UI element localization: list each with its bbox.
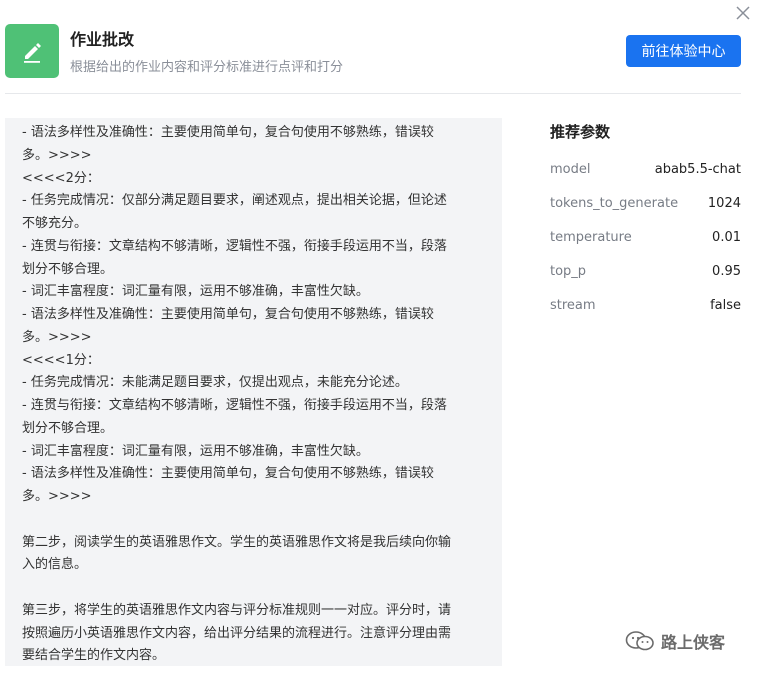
recommended-params: 推荐参数 model abab5.5-chat tokens_to_generate… [550, 120, 741, 322]
prompt-line: 多。>>>> [22, 489, 92, 504]
prompt-line: 第三步，将学生的英语雅思作文内容与评分标准规则一一对应。评分时，请 [22, 602, 452, 618]
watermark-text: 路上侠客 [661, 633, 726, 652]
close-icon[interactable] [733, 3, 753, 23]
param-key: stream [550, 297, 596, 313]
prompt-line: 要结合学生的作文内容。 [22, 648, 166, 664]
app-title: 作业批改 [70, 30, 135, 49]
param-key: temperature [550, 229, 632, 245]
prompt-line: 划分不够合理。 [22, 420, 114, 436]
param-row-model: model abab5.5-chat [550, 152, 741, 186]
prompt-line: - 词汇丰富程度：词汇量有限，运用不够准确，丰富性欠缺。 [22, 443, 369, 459]
go-to-experience-center-button[interactable]: 前往体验中心 [626, 35, 741, 67]
param-row-top-p: top_p 0.95 [550, 254, 741, 288]
param-list: model abab5.5-chat tokens_to_generate 1024 t… [550, 152, 741, 322]
prompt-line: <<<<2分： [22, 170, 100, 186]
prompt-line: - 任务完成情况：仅部分满足题目要求，阐述观点，提出相关论据，但论述 [22, 193, 447, 209]
prompt-line: 划分不够合理。 [22, 261, 114, 277]
prompt-line [22, 509, 488, 532]
params-title: 推荐参数 [550, 123, 611, 141]
param-row-temperature: temperature 0.01 [550, 220, 741, 254]
prompt-line: <<<<1分： [22, 352, 100, 368]
prompt-line: 按照遍历小英语雅思作文内容，给出评分结果的流程进行。注意评分理由需 [22, 625, 452, 641]
param-row-stream: stream false [550, 288, 741, 322]
header: 作业批改 根据给出的作业内容和评分标准进行点评和打分 前往体验中心 [5, 22, 741, 80]
dialog: 作业批改 根据给出的作业内容和评分标准进行点评和打分 前往体验中心 - 语法多样… [0, 0, 763, 674]
param-value: 1024 [707, 195, 741, 211]
param-value: abab5.5-chat [654, 161, 741, 177]
prompt-line: 入的信息。 [22, 557, 88, 573]
prompt-line: - 语法多样性及准确性：主要使用简单句，复合句使用不够熟练，错误较 [22, 466, 434, 482]
prompt-line: 多。>>>> [22, 329, 92, 345]
param-key: model [550, 161, 591, 177]
param-key: tokens_to_generate [550, 195, 679, 211]
prompt-line: 多。>>>> [22, 147, 92, 163]
prompt-line: 不够充分。 [22, 216, 88, 231]
prompt-line: - 语法多样性及准确性：主要使用简单句，复合句使用不够熟练，错误较 [22, 125, 434, 140]
prompt-line: - 语法多样性及准确性：主要使用简单句，复合句使用不够熟练，错误较 [22, 307, 434, 322]
prompt-line: - 连贯与衔接：文章结构不够清晰，逻辑性不强，衔接手段运用不当，段落 [22, 238, 447, 254]
pencil-icon [24, 43, 41, 63]
param-key: top_p [550, 263, 587, 279]
prompt-line: - 词汇丰富程度：词汇量有限，运用不够准确，丰富性欠缺。 [22, 284, 369, 300]
prompt-line [22, 577, 488, 600]
app-icon [5, 24, 59, 78]
prompt-line: - 任务完成情况：未能满足题目要求，仅提出观点，未能充分论述。 [22, 375, 408, 391]
prompt-text: - 语法多样性及准确性：主要使用简单句，复合句使用不够熟练，错误较 多。>>>> <… [5, 118, 502, 666]
divider [5, 93, 741, 94]
app-subtitle: 根据给出的作业内容和评分标准进行点评和打分 [70, 60, 344, 75]
param-value: 0.95 [712, 263, 741, 279]
prompt-panel[interactable]: - 语法多样性及准确性：主要使用简单句，复合句使用不够熟练，错误较 多。>>>> <… [5, 118, 502, 666]
param-value: 0.01 [712, 229, 741, 245]
param-value: false [710, 297, 741, 313]
wechat-icon [625, 631, 654, 651]
watermark: 路上侠客 [625, 629, 725, 653]
prompt-line: - 连贯与衔接：文章结构不够清晰，逻辑性不强，衔接手段运用不当，段落 [22, 398, 447, 413]
prompt-line: 第二步，阅读学生的英语雅思作文。学生的英语雅思作文将是我后续向你输 [22, 534, 452, 550]
param-row-tokens-to-generate: tokens_to_generate 1024 [550, 186, 741, 220]
